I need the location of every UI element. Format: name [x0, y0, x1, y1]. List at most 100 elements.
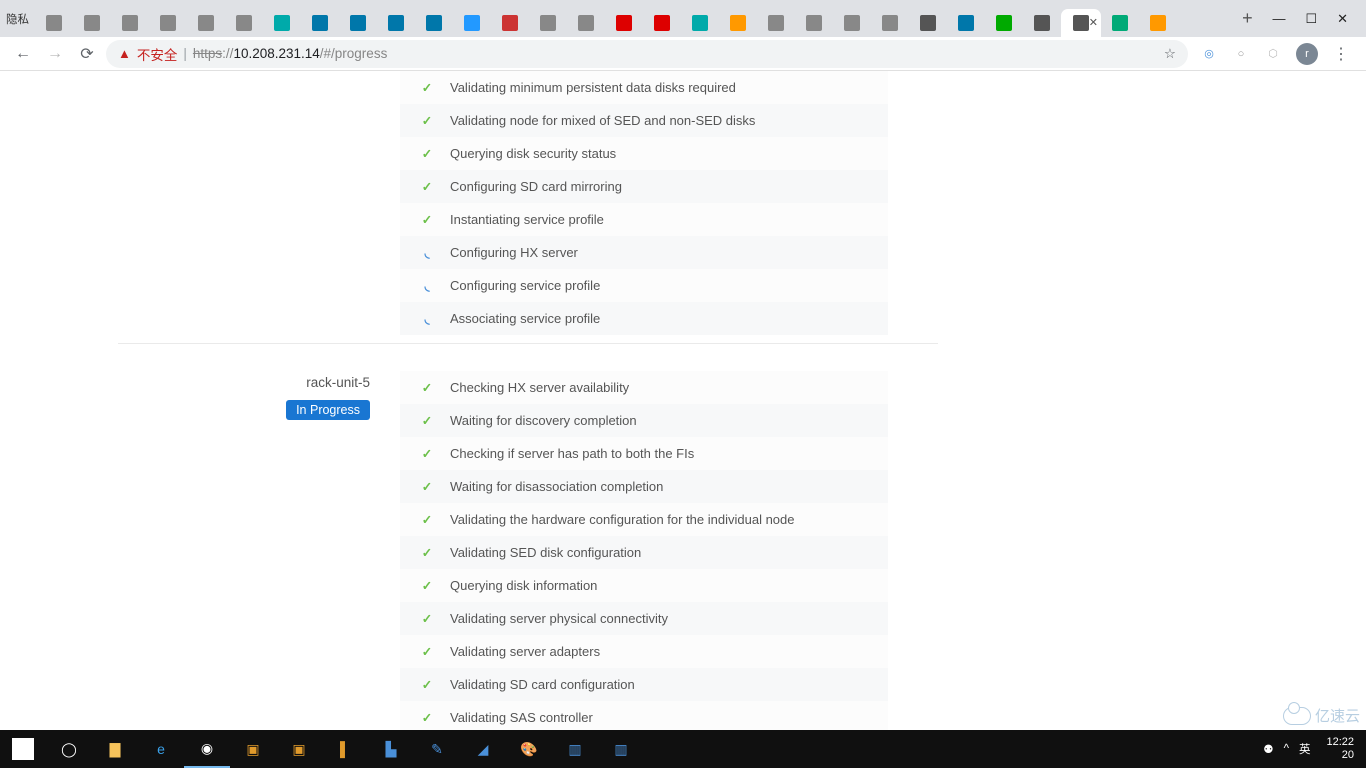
- browser-tab[interactable]: [909, 9, 947, 37]
- forward-button[interactable]: →: [42, 41, 68, 67]
- task-row: ✓Querying disk information: [400, 569, 888, 602]
- node-header: rack-unit-5 In Progress: [118, 371, 400, 420]
- browser-tab[interactable]: [1023, 9, 1061, 37]
- favicon: [616, 15, 632, 31]
- browser-tab[interactable]: [529, 9, 567, 37]
- check-icon: ✓: [412, 677, 442, 692]
- extension-icon[interactable]: ◎: [1200, 45, 1218, 63]
- browser-tab[interactable]: [111, 9, 149, 37]
- bookmark-star-icon[interactable]: ☆: [1164, 46, 1176, 62]
- browser-tab[interactable]: [719, 9, 757, 37]
- tabstrip: ✕: [35, 0, 1228, 37]
- app-icon[interactable]: ▥: [598, 730, 644, 768]
- start-button[interactable]: ⊞: [0, 730, 46, 768]
- tab-close-icon[interactable]: ✕: [1089, 16, 1098, 29]
- task-text: Configuring SD card mirroring: [442, 179, 622, 194]
- browser-tab[interactable]: [491, 9, 529, 37]
- app-icon[interactable]: ▙: [368, 730, 414, 768]
- clock-date: 20: [1326, 749, 1354, 762]
- task-row: ◟Associating service profile: [400, 302, 888, 335]
- ime-indicator[interactable]: 英: [1299, 741, 1311, 757]
- cortana-button[interactable]: ◯: [46, 730, 92, 768]
- browser-tab[interactable]: [1139, 9, 1177, 37]
- browser-tab[interactable]: [1101, 9, 1139, 37]
- task-row: ✓Validating minimum persistent data disk…: [400, 71, 888, 104]
- back-button[interactable]: ←: [10, 41, 36, 67]
- url-text: https://10.208.231.14/#/progress: [193, 46, 387, 61]
- new-tab-button[interactable]: +: [1234, 6, 1260, 32]
- chrome-icon[interactable]: ◉: [184, 730, 230, 768]
- windows-taskbar: ⊞ ◯ ▇ e ◉ ▣ ▣ ▌ ▙ ✎ ◢ 🎨 ▥ ▥ ⚉ ^ 英 12:22 …: [0, 730, 1366, 768]
- browser-tab[interactable]: [301, 9, 339, 37]
- favicon: [730, 15, 746, 31]
- task-list: ✓Checking HX server availability✓Waiting…: [400, 371, 888, 730]
- app-icon[interactable]: ▥: [552, 730, 598, 768]
- taskbar-clock[interactable]: 12:22 20: [1320, 736, 1360, 761]
- favicon: [996, 15, 1012, 31]
- browser-tab[interactable]: [795, 9, 833, 37]
- browser-tab[interactable]: [225, 9, 263, 37]
- app-icon[interactable]: ◢: [460, 730, 506, 768]
- favicon: [312, 15, 328, 31]
- browser-tab[interactable]: [681, 9, 719, 37]
- node-name: rack-unit-5: [118, 375, 370, 390]
- incognito-badge: 隐私: [0, 0, 35, 37]
- file-explorer-icon[interactable]: ▇: [92, 730, 138, 768]
- ie-icon[interactable]: e: [138, 730, 184, 768]
- window-minimize-button[interactable]: —: [1272, 11, 1285, 26]
- profile-avatar[interactable]: r: [1296, 43, 1318, 65]
- extension-icon[interactable]: ⬡: [1264, 45, 1282, 63]
- node-block: rack-unit-5 In Progress ✓ Checking HX ser…: [118, 371, 938, 730]
- browser-tab[interactable]: ✕: [1061, 9, 1101, 37]
- browser-tab[interactable]: [871, 9, 909, 37]
- check-icon: ✓: [412, 212, 442, 227]
- reload-button[interactable]: ⟳: [74, 41, 100, 67]
- favicon: [806, 15, 822, 31]
- progress-page: ✓Validating minimum persistent data disk…: [118, 71, 938, 730]
- taskbar-apps: ⊞ ◯ ▇ e ◉ ▣ ▣ ▌ ▙ ✎ ◢ 🎨 ▥ ▥: [0, 730, 644, 768]
- browser-tab[interactable]: [149, 9, 187, 37]
- task-text: Checking HX server availability: [442, 380, 629, 395]
- browser-tab[interactable]: [643, 9, 681, 37]
- browser-tab[interactable]: [339, 9, 377, 37]
- browser-tab[interactable]: [833, 9, 871, 37]
- chrome-menu-button[interactable]: ⋮: [1332, 45, 1350, 63]
- browser-tabstrip: 隐私 ✕ + — ☐ ✕: [0, 0, 1366, 37]
- browser-tab[interactable]: [415, 9, 453, 37]
- browser-tab[interactable]: [73, 9, 111, 37]
- page-viewport[interactable]: ✓Validating minimum persistent data disk…: [0, 71, 1366, 730]
- spinner-icon: ◟: [412, 278, 442, 293]
- favicon: [274, 15, 290, 31]
- app-icon[interactable]: ✎: [414, 730, 460, 768]
- favicon: [236, 15, 252, 31]
- task-text: Waiting for discovery completion: [442, 413, 637, 428]
- favicon: [160, 15, 176, 31]
- browser-tab[interactable]: [567, 9, 605, 37]
- app-icon[interactable]: ▣: [230, 730, 276, 768]
- people-icon[interactable]: ⚉: [1263, 742, 1273, 756]
- window-close-button[interactable]: ✕: [1337, 11, 1348, 27]
- browser-tab[interactable]: [947, 9, 985, 37]
- browser-tab[interactable]: [35, 9, 73, 37]
- app-icon[interactable]: 🎨: [506, 730, 552, 768]
- check-icon: ✓: [412, 413, 442, 428]
- task-row: ✓Validating SED disk configuration: [400, 536, 888, 569]
- browser-tab[interactable]: [985, 9, 1023, 37]
- browser-tab[interactable]: [377, 9, 415, 37]
- window-maximize-button[interactable]: ☐: [1305, 11, 1317, 27]
- favicon: [578, 15, 594, 31]
- app-icon[interactable]: ▌: [322, 730, 368, 768]
- check-icon: ✓: [412, 446, 442, 461]
- extension-icon[interactable]: ○: [1232, 45, 1250, 63]
- browser-tab[interactable]: [605, 9, 643, 37]
- tray-up-icon[interactable]: ^: [1284, 743, 1289, 755]
- omnibox-separator: |: [183, 46, 187, 61]
- task-text: Associating service profile: [442, 311, 600, 326]
- browser-tab[interactable]: [757, 9, 795, 37]
- browser-tab[interactable]: [263, 9, 301, 37]
- address-bar[interactable]: ▲ 不安全 | https://10.208.231.14/#/progress…: [106, 40, 1188, 68]
- browser-tab[interactable]: [453, 9, 491, 37]
- browser-tab[interactable]: [187, 9, 225, 37]
- app-icon[interactable]: ▣: [276, 730, 322, 768]
- favicon: [46, 15, 62, 31]
